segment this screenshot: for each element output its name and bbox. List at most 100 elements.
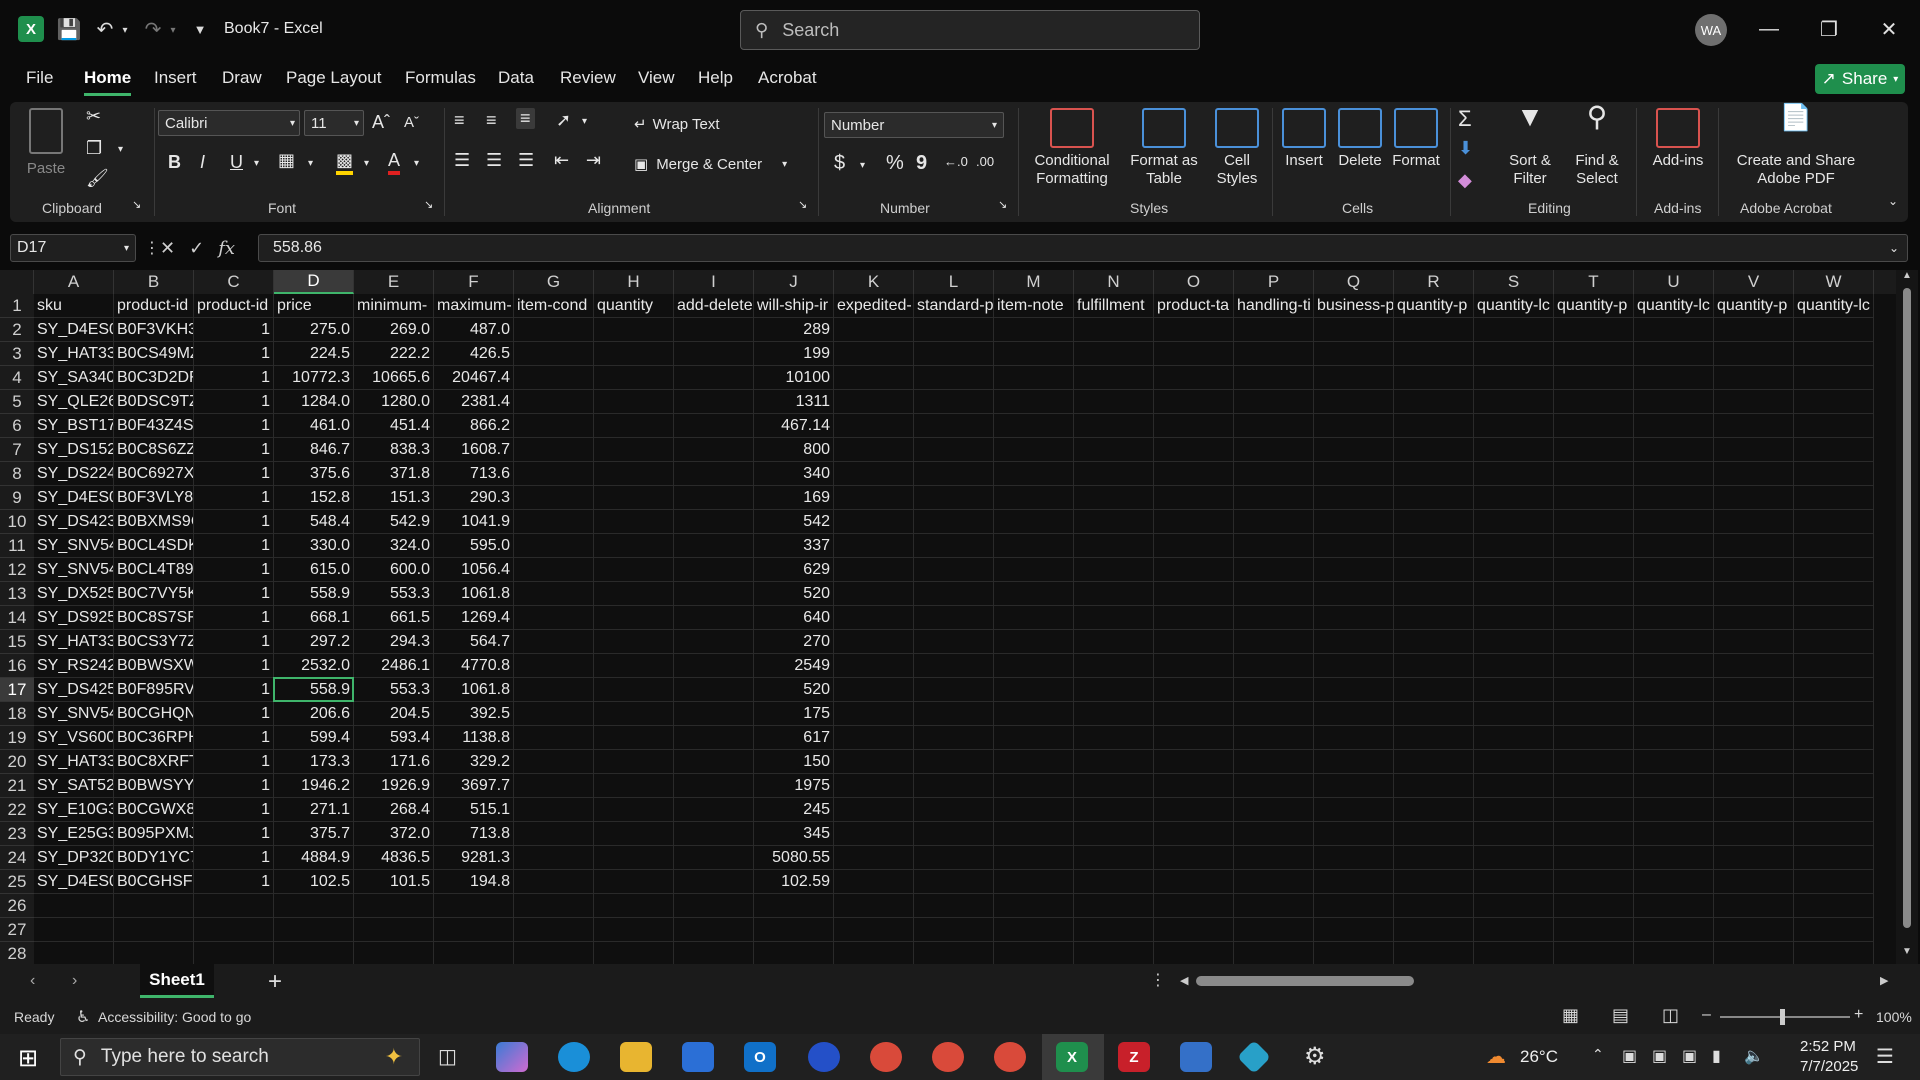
- cell[interactable]: [1554, 846, 1634, 870]
- cell[interactable]: [674, 918, 754, 942]
- cell[interactable]: [1154, 846, 1234, 870]
- cell[interactable]: [1394, 894, 1474, 918]
- cell[interactable]: [994, 726, 1074, 750]
- cell[interactable]: 1: [194, 558, 274, 582]
- edge-icon[interactable]: [558, 1042, 590, 1072]
- cell[interactable]: [994, 462, 1074, 486]
- align-bottom-icon[interactable]: ≡: [516, 108, 535, 129]
- cell[interactable]: [514, 894, 594, 918]
- cell[interactable]: [1794, 438, 1874, 462]
- tab-insert[interactable]: Insert: [154, 68, 197, 88]
- cell[interactable]: [1554, 654, 1634, 678]
- cell[interactable]: [1634, 510, 1714, 534]
- wrap-text-button[interactable]: ↵ Wrap Text: [634, 116, 720, 134]
- cell[interactable]: 270: [754, 630, 834, 654]
- excel-icon[interactable]: X: [1056, 1042, 1088, 1072]
- increase-font-icon[interactable]: Aˆ: [372, 112, 390, 133]
- cell[interactable]: business-p: [1314, 294, 1394, 318]
- cell[interactable]: SY_HAT33: [34, 630, 114, 654]
- format-cells-button[interactable]: Format: [1388, 108, 1444, 170]
- cell[interactable]: [674, 486, 754, 510]
- tab-help[interactable]: Help: [698, 68, 733, 88]
- cell[interactable]: [1074, 870, 1154, 894]
- cell[interactable]: [994, 678, 1074, 702]
- notifications-icon[interactable]: ☰: [1876, 1044, 1894, 1069]
- row-header[interactable]: 15: [0, 630, 34, 654]
- cell[interactable]: [1074, 438, 1154, 462]
- cell[interactable]: [914, 318, 994, 342]
- cell[interactable]: [994, 342, 1074, 366]
- cell[interactable]: [834, 918, 914, 942]
- cell[interactable]: [674, 606, 754, 630]
- cell[interactable]: [674, 846, 754, 870]
- cell[interactable]: [1394, 486, 1474, 510]
- cell[interactable]: [1394, 366, 1474, 390]
- cell[interactable]: [1074, 486, 1154, 510]
- cell[interactable]: [514, 390, 594, 414]
- cell[interactable]: quantity-lc: [1794, 294, 1874, 318]
- cell[interactable]: [1074, 630, 1154, 654]
- cell[interactable]: [594, 918, 674, 942]
- cell[interactable]: [994, 438, 1074, 462]
- cell[interactable]: [914, 390, 994, 414]
- cell[interactable]: [1314, 870, 1394, 894]
- cell[interactable]: 297.2: [274, 630, 354, 654]
- cell[interactable]: [1234, 798, 1314, 822]
- cell[interactable]: [1154, 750, 1234, 774]
- cell[interactable]: [514, 510, 594, 534]
- column-header-w[interactable]: W: [1794, 270, 1874, 294]
- zoom-in-icon[interactable]: +: [1854, 1006, 1863, 1024]
- cell[interactable]: [1234, 342, 1314, 366]
- cell[interactable]: B0CL4T89: [114, 558, 194, 582]
- align-middle-icon[interactable]: ≡: [486, 110, 497, 131]
- cell[interactable]: [1634, 702, 1714, 726]
- cell[interactable]: B0C7VY5K: [114, 582, 194, 606]
- cell[interactable]: [514, 702, 594, 726]
- cell[interactable]: [1554, 942, 1634, 964]
- cell[interactable]: [514, 654, 594, 678]
- cell[interactable]: [1554, 390, 1634, 414]
- cell[interactable]: [674, 534, 754, 558]
- cell[interactable]: 152.8: [274, 486, 354, 510]
- cell[interactable]: 1: [194, 606, 274, 630]
- cell[interactable]: 629: [754, 558, 834, 582]
- cell[interactable]: 1061.8: [434, 582, 514, 606]
- column-header-k[interactable]: K: [834, 270, 914, 294]
- cell[interactable]: 1946.2: [274, 774, 354, 798]
- cell[interactable]: quantity: [594, 294, 674, 318]
- number-format-dropdown[interactable]: Number ▾: [824, 112, 1004, 138]
- column-header-b[interactable]: B: [114, 270, 194, 294]
- cell[interactable]: [1554, 678, 1634, 702]
- row-header[interactable]: 16: [0, 654, 34, 678]
- cell[interactable]: B0F43Z4SE: [114, 414, 194, 438]
- cell[interactable]: SY_SA340C: [34, 366, 114, 390]
- cell[interactable]: [674, 702, 754, 726]
- cell[interactable]: product-ta: [1154, 294, 1234, 318]
- redo-icon[interactable]: ↷: [140, 16, 166, 42]
- cell[interactable]: [1714, 918, 1794, 942]
- taskbar-search-input[interactable]: ⚲ Type here to search ✦: [60, 1038, 420, 1076]
- cell[interactable]: [1714, 654, 1794, 678]
- row-header[interactable]: 26: [0, 894, 34, 918]
- cell[interactable]: [834, 414, 914, 438]
- cell[interactable]: [674, 318, 754, 342]
- cell[interactable]: [1794, 870, 1874, 894]
- redo-dropdown-icon[interactable]: ▾: [166, 20, 180, 40]
- spreadsheet-grid[interactable]: ABCDEFGHIJKLMNOPQRSTUVW 1 sku product-id pr…: [0, 270, 1896, 964]
- cell[interactable]: 1061.8: [434, 678, 514, 702]
- cell[interactable]: 5080.55: [754, 846, 834, 870]
- cell[interactable]: [1314, 750, 1394, 774]
- formula-input[interactable]: 558.86 ⌄: [258, 234, 1908, 262]
- cell[interactable]: [594, 702, 674, 726]
- row-header[interactable]: 23: [0, 822, 34, 846]
- cell[interactable]: [1714, 774, 1794, 798]
- cell[interactable]: [1634, 774, 1714, 798]
- chrome-icon[interactable]: [870, 1042, 902, 1072]
- cell[interactable]: [994, 798, 1074, 822]
- copilot-icon[interactable]: [496, 1042, 528, 1072]
- cell[interactable]: [1154, 414, 1234, 438]
- cell[interactable]: 10772.3: [274, 366, 354, 390]
- calculator-icon[interactable]: [1180, 1042, 1212, 1072]
- cut-icon[interactable]: ✂: [86, 106, 101, 127]
- cell[interactable]: 102.5: [274, 870, 354, 894]
